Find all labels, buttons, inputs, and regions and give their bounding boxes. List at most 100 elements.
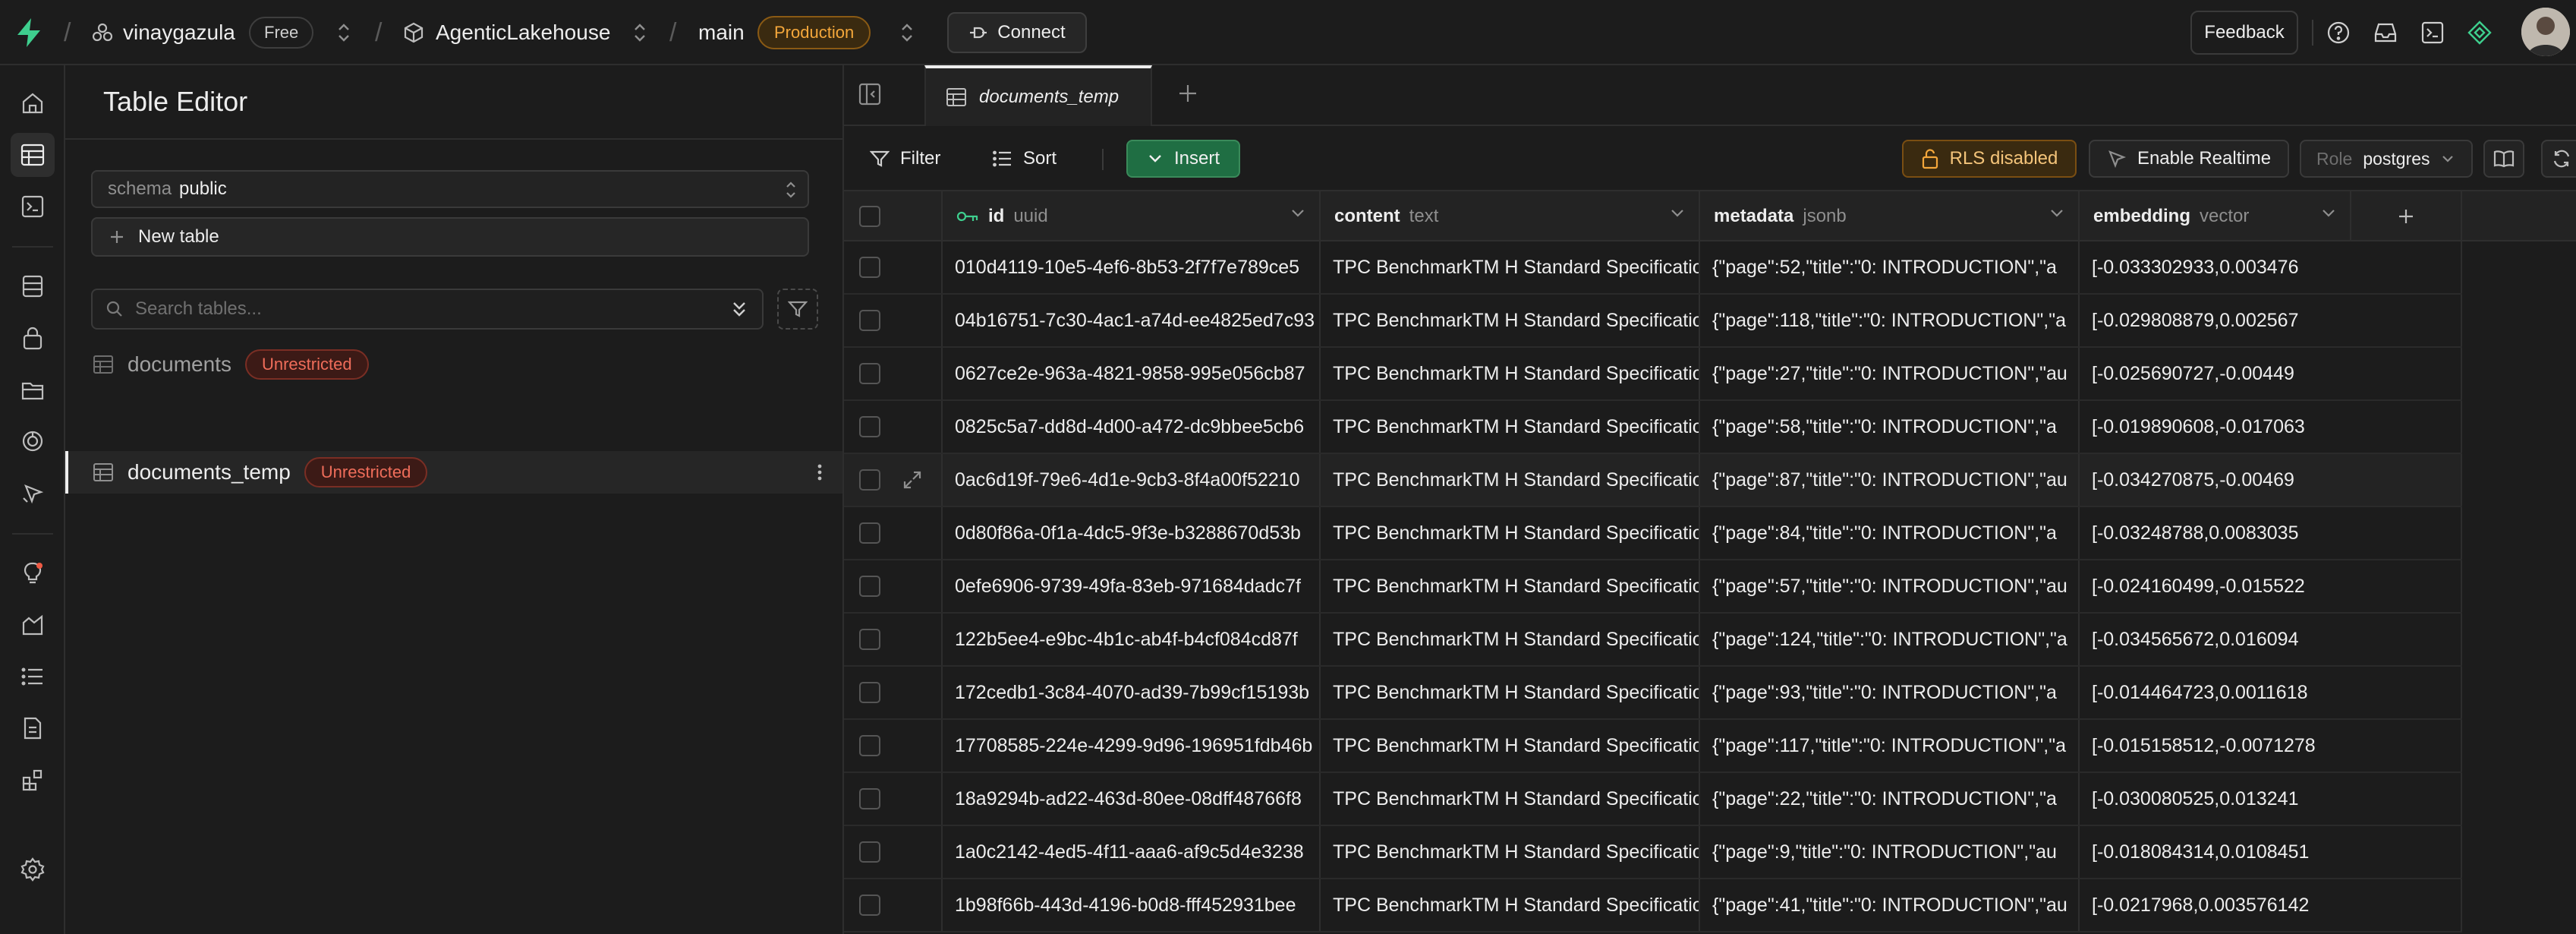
row-checkbox[interactable] <box>859 310 880 331</box>
feedback-button[interactable]: Feedback <box>2190 11 2298 55</box>
supabase-logo-icon[interactable] <box>14 0 50 65</box>
cell-id[interactable]: 172cedb1-3c84-4070-ad39-7b99cf15193b <box>943 667 1321 718</box>
insert-button[interactable]: Insert <box>1126 140 1240 178</box>
cell-id[interactable]: 010d4119-10e5-4ef6-8b53-2f7f7e789ce5 <box>943 241 1321 293</box>
cell-content[interactable]: TPC BenchmarkTM H Standard Specification <box>1321 826 1700 878</box>
rls-disabled-button[interactable]: RLS disabled <box>1902 140 2077 178</box>
cell-metadata[interactable]: {"page":22,"title":"0: INTRODUCTION","a <box>1700 773 2080 825</box>
row-checkbox[interactable] <box>859 788 880 809</box>
row-checkbox[interactable] <box>859 522 880 544</box>
cell-metadata[interactable]: {"page":52,"title":"0: INTRODUCTION","a <box>1700 241 2080 293</box>
chevrons-down-icon[interactable] <box>730 298 748 320</box>
cell-content[interactable]: TPC BenchmarkTM H Standard Specification <box>1321 507 1700 559</box>
cell-content[interactable]: TPC BenchmarkTM H Standard Specification <box>1321 720 1700 771</box>
cell-embedding[interactable]: [-0.014464723,0.0011618 <box>2080 667 2462 718</box>
edge-functions-icon[interactable] <box>11 471 55 515</box>
cell-id[interactable]: 122b5ee4-e9bc-4b1c-ab4f-b4cf084cd87f <box>943 614 1321 665</box>
more-options-icon[interactable] <box>817 462 823 483</box>
cell-id[interactable]: 0d80f86a-0f1a-4dc5-9f3e-b3288670d53b <box>943 507 1321 559</box>
table-row[interactable]: 18a9294b-ad22-463d-80ee-08dff48766f8 TPC … <box>844 773 2462 826</box>
table-row[interactable]: 172cedb1-3c84-4070-ad39-7b99cf15193b TPC … <box>844 667 2462 720</box>
cell-embedding[interactable]: [-0.0217968,0.003576142 <box>2080 879 2462 931</box>
cell-content[interactable]: TPC BenchmarkTM H Standard Specification <box>1321 401 1700 453</box>
org-selector[interactable]: vinaygazula <box>93 0 235 65</box>
realtime-icon[interactable] <box>11 419 55 463</box>
expand-row-icon[interactable] <box>902 469 923 491</box>
sql-editor-icon[interactable] <box>11 185 55 229</box>
column-header-content[interactable]: content text <box>1321 191 1700 241</box>
row-checkbox[interactable] <box>859 416 880 437</box>
row-checkbox[interactable] <box>859 841 880 863</box>
schema-selector[interactable]: schema public <box>91 170 809 208</box>
enable-realtime-button[interactable]: Enable Realtime <box>2089 140 2289 178</box>
table-row[interactable]: 0d80f86a-0f1a-4dc5-9f3e-b3288670d53b TPC … <box>844 507 2462 560</box>
cell-id[interactable]: 1b98f66b-443d-4196-b0d8-fff452931bee <box>943 879 1321 931</box>
org-switch-icon[interactable] <box>337 0 351 65</box>
cell-content[interactable]: TPC BenchmarkTM H Standard Specification <box>1321 241 1700 293</box>
cell-metadata[interactable]: {"page":41,"title":"0: INTRODUCTION","au <box>1700 879 2080 931</box>
cell-metadata[interactable]: {"page":118,"title":"0: INTRODUCTION","a <box>1700 295 2080 346</box>
table-editor-icon[interactable] <box>11 133 55 177</box>
cell-content[interactable]: TPC BenchmarkTM H Standard Specification <box>1321 454 1700 506</box>
api-docs-button[interactable] <box>2483 140 2524 178</box>
cell-metadata[interactable]: {"page":84,"title":"0: INTRODUCTION","a <box>1700 507 2080 559</box>
cell-embedding[interactable]: [-0.019890608,-0.017063 <box>2080 401 2462 453</box>
row-checkbox[interactable] <box>859 629 880 650</box>
column-header-metadata[interactable]: metadata jsonb <box>1700 191 2080 241</box>
cell-metadata[interactable]: {"page":57,"title":"0: INTRODUCTION","au <box>1700 560 2080 612</box>
new-table-button[interactable]: New table <box>91 217 809 257</box>
table-row[interactable]: 1b98f66b-443d-4196-b0d8-fff452931bee TPC … <box>844 879 2462 932</box>
sidebar-item-documents[interactable]: documents Unrestricted <box>65 343 842 386</box>
add-column-button[interactable] <box>2351 191 2462 241</box>
help-icon[interactable] <box>2316 11 2360 55</box>
cell-id[interactable]: 0825c5a7-dd8d-4d00-a472-dc9bbee5cb6 <box>943 401 1321 453</box>
search-tables-input[interactable]: Search tables... <box>91 289 764 330</box>
role-selector[interactable]: Role postgres <box>2300 140 2473 178</box>
cell-metadata[interactable]: {"page":117,"title":"0: INTRODUCTION","a <box>1700 720 2080 771</box>
cell-id[interactable]: 18a9294b-ad22-463d-80ee-08dff48766f8 <box>943 773 1321 825</box>
refresh-button[interactable] <box>2541 140 2576 178</box>
cell-content[interactable]: TPC BenchmarkTM H Standard Specification <box>1321 348 1700 399</box>
cell-embedding[interactable]: [-0.015158512,-0.0071278 <box>2080 720 2462 771</box>
cell-metadata[interactable]: {"page":93,"title":"0: INTRODUCTION","a <box>1700 667 2080 718</box>
branch-selector[interactable]: main <box>698 0 745 65</box>
integrations-icon[interactable] <box>11 758 55 802</box>
filter-button[interactable]: Filter <box>870 140 940 178</box>
home-icon[interactable] <box>11 81 55 125</box>
cell-content[interactable]: TPC BenchmarkTM H Standard Specification <box>1321 295 1700 346</box>
table-row[interactable]: 0627ce2e-963a-4821-9858-995e056cb87 TPC B… <box>844 348 2462 401</box>
row-checkbox[interactable] <box>859 735 880 756</box>
table-row[interactable]: 0efe6906-9739-49fa-83eb-971684dadc7f TPC … <box>844 560 2462 614</box>
table-row[interactable]: 17708585-224e-4299-9d96-196951fdb46b TPC … <box>844 720 2462 773</box>
cell-metadata[interactable]: {"page":9,"title":"0: INTRODUCTION","au <box>1700 826 2080 878</box>
new-tab-plus-icon[interactable] <box>1176 82 1199 105</box>
table-row[interactable]: 1a0c2142-4ed5-4f11-aaa6-af9c5d4e3238 TPC … <box>844 826 2462 879</box>
cell-metadata[interactable]: {"page":87,"title":"0: INTRODUCTION","au <box>1700 454 2080 506</box>
cell-id[interactable]: 17708585-224e-4299-9d96-196951fdb46b <box>943 720 1321 771</box>
advisors-lightbulb-icon[interactable] <box>11 551 55 595</box>
chevron-down-icon[interactable] <box>1670 208 1685 219</box>
inbox-icon[interactable] <box>2363 11 2408 55</box>
chevron-down-icon[interactable] <box>2321 208 2336 219</box>
table-row[interactable]: 0825c5a7-dd8d-4d00-a472-dc9bbee5cb6 TPC B… <box>844 401 2462 454</box>
row-checkbox[interactable] <box>859 363 880 384</box>
column-header-embedding[interactable]: embedding vector <box>2080 191 2351 241</box>
cell-id[interactable]: 0627ce2e-963a-4821-9858-995e056cb87 <box>943 348 1321 399</box>
settings-gear-icon[interactable] <box>11 847 55 891</box>
cell-id[interactable]: 0efe6906-9739-49fa-83eb-971684dadc7f <box>943 560 1321 612</box>
cell-id[interactable]: 0ac6d19f-79e6-4d1e-9cb3-8f4a00f52210 <box>943 454 1321 506</box>
filter-tables-button[interactable] <box>777 289 818 330</box>
chevron-down-icon[interactable] <box>2049 208 2064 219</box>
cell-content[interactable]: TPC BenchmarkTM H Standard Specification <box>1321 667 1700 718</box>
logs-list-icon[interactable] <box>11 655 55 699</box>
row-checkbox[interactable] <box>859 576 880 597</box>
sort-button[interactable]: Sort <box>993 140 1057 178</box>
collapse-sidebar-icon[interactable] <box>858 82 882 106</box>
project-selector[interactable]: AgenticLakehouse <box>404 0 610 65</box>
user-avatar[interactable] <box>2521 8 2570 56</box>
row-checkbox[interactable] <box>859 895 880 916</box>
table-row[interactable]: 010d4119-10e5-4ef6-8b53-2f7f7e789ce5 TPC … <box>844 241 2462 295</box>
cell-embedding[interactable]: [-0.024160499,-0.015522 <box>2080 560 2462 612</box>
reports-icon[interactable] <box>11 603 55 647</box>
cell-metadata[interactable]: {"page":27,"title":"0: INTRODUCTION","au <box>1700 348 2080 399</box>
